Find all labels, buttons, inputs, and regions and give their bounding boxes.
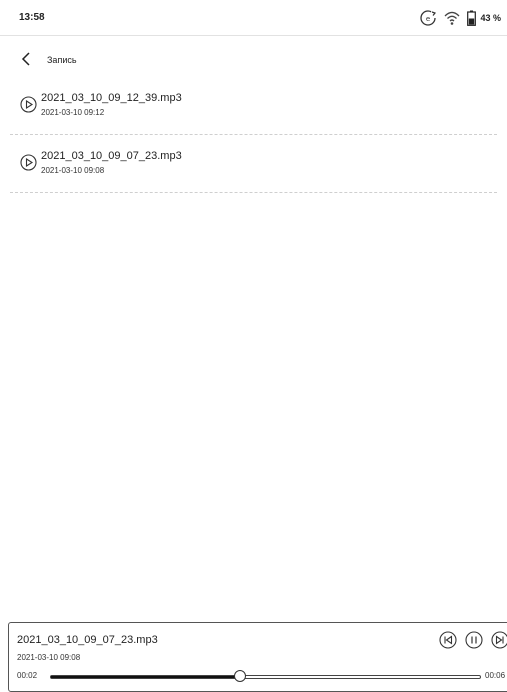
recording-list: 2021_03_10_09_12_39.mp3 2021-03-10 09:12… (0, 77, 507, 193)
progress-fill (51, 676, 240, 678)
file-date: 2021-03-10 09:08 (41, 166, 105, 175)
chevron-left-icon (21, 52, 30, 66)
back-button[interactable] (16, 48, 38, 70)
next-button[interactable] (491, 631, 507, 649)
file-name: 2021_03_10_09_12_39.mp3 (41, 92, 182, 104)
header: Запись (0, 37, 507, 77)
play-icon[interactable] (20, 96, 37, 113)
list-item[interactable]: 2021_03_10_09_07_23.mp3 2021-03-10 09:08 (10, 135, 497, 193)
file-date: 2021-03-10 09:12 (41, 108, 105, 117)
pause-button[interactable] (465, 631, 483, 649)
mini-player: 2021_03_10_09_07_23.mp3 2021-03-10 09:08… (8, 622, 507, 692)
wifi-icon (443, 10, 461, 26)
sync-icon: e (419, 9, 437, 27)
battery-icon (467, 10, 477, 26)
total-time: 00:06 (485, 671, 506, 680)
progress-thumb[interactable] (233, 670, 246, 682)
previous-button[interactable] (439, 631, 457, 649)
list-item[interactable]: 2021_03_10_09_12_39.mp3 2021-03-10 09:12 (10, 77, 497, 135)
play-icon[interactable] (20, 154, 37, 171)
previous-icon (439, 631, 457, 649)
player-file-name: 2021_03_10_09_07_23.mp3 (17, 634, 158, 646)
pause-icon (465, 631, 483, 649)
page-title: Запись (47, 55, 77, 65)
progress-track[interactable] (50, 675, 481, 679)
next-icon (491, 631, 507, 649)
battery-percent: 43 % (480, 13, 501, 23)
file-name: 2021_03_10_09_07_23.mp3 (41, 150, 182, 162)
status-bar: 13:58 e 43 % (0, 0, 507, 36)
status-time: 13:58 (19, 12, 45, 23)
status-icons: e 43 % (419, 7, 501, 29)
elapsed-time: 00:02 (17, 671, 38, 680)
svg-text:e: e (426, 15, 430, 23)
player-file-date: 2021-03-10 09:08 (17, 653, 81, 662)
